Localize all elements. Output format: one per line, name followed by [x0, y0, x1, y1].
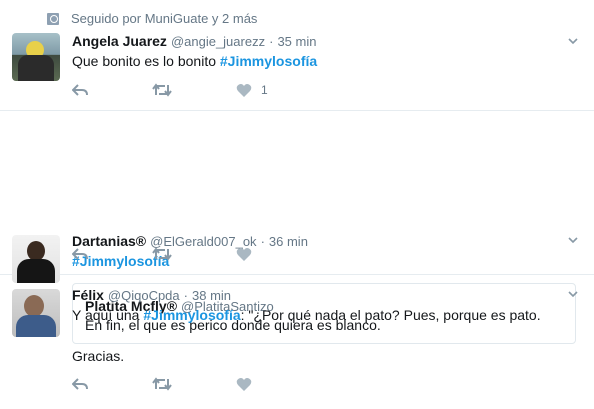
retweet-icon — [152, 247, 172, 261]
tweet-actions — [72, 375, 296, 393]
separator: · — [269, 34, 274, 49]
username[interactable]: @angie_juarezz — [171, 34, 265, 49]
tweet-text-part: Y aquí una — [72, 307, 144, 323]
like-button[interactable] — [236, 247, 296, 262]
heart-icon — [236, 247, 252, 261]
retweet-button[interactable] — [152, 377, 236, 391]
tweet-actions: 1 — [72, 81, 296, 99]
avatar[interactable] — [12, 33, 60, 81]
person-follow-icon — [47, 12, 59, 25]
social-context: Seguido por MuniGuate y 2 más — [47, 11, 257, 26]
fullname[interactable]: Angela Juarez — [72, 33, 167, 49]
retweet-icon — [152, 83, 172, 97]
social-context-text: Seguido por MuniGuate y 2 más — [71, 11, 258, 26]
chevron-down-icon[interactable] — [568, 36, 578, 46]
tweet-text: Que bonito es lo bonito #Jimmylosofía — [72, 51, 317, 71]
retweet-icon — [152, 377, 172, 391]
like-button[interactable]: 1 — [236, 83, 296, 98]
timestamp[interactable]: 35 min — [277, 34, 316, 49]
timestamp[interactable]: 38 min — [192, 288, 231, 303]
tweet-text-line: Gracias. — [72, 348, 125, 364]
fullname[interactable]: Félix — [72, 287, 104, 303]
avatar[interactable] — [12, 289, 60, 337]
reply-icon — [72, 248, 88, 260]
separator: · — [183, 288, 188, 303]
tweet-text: Y aquí una #Jimmylosofía: "¿Por qué nada… — [72, 305, 541, 325]
reply-button[interactable] — [72, 83, 152, 97]
username[interactable]: @QiqoCpda — [108, 288, 180, 303]
chevron-down-icon[interactable] — [568, 289, 578, 299]
reply-button[interactable] — [72, 247, 152, 261]
tweet-header: Félix @QiqoCpda · 38 min — [72, 287, 231, 303]
like-button[interactable] — [236, 377, 296, 392]
reply-button[interactable] — [72, 377, 152, 391]
retweet-button[interactable] — [152, 83, 236, 97]
reply-icon — [72, 378, 88, 390]
reply-icon — [72, 84, 88, 96]
timeline: Seguido por MuniGuate y 2 más Angela Jua… — [0, 0, 594, 409]
tweet-header: Angela Juarez @angie_juarezz · 35 min — [72, 33, 316, 49]
tweet-actions — [72, 245, 296, 263]
hashtag-link[interactable]: #Jimmylosofía — [220, 53, 317, 69]
hashtag-link[interactable]: #Jimmylosofía — [143, 307, 240, 323]
chevron-down-icon[interactable] — [568, 235, 578, 245]
like-count: 1 — [261, 83, 268, 97]
heart-icon — [236, 83, 252, 97]
tweet-text-part: : "¿Por qué nada el pato? Pues, porque e… — [240, 307, 541, 323]
heart-icon — [236, 377, 252, 391]
tweet[interactable]: Seguido por MuniGuate y 2 más Angela Jua… — [0, 0, 594, 111]
tweet-text-part: Que bonito es lo bonito — [72, 53, 220, 69]
retweet-button[interactable] — [152, 247, 236, 261]
